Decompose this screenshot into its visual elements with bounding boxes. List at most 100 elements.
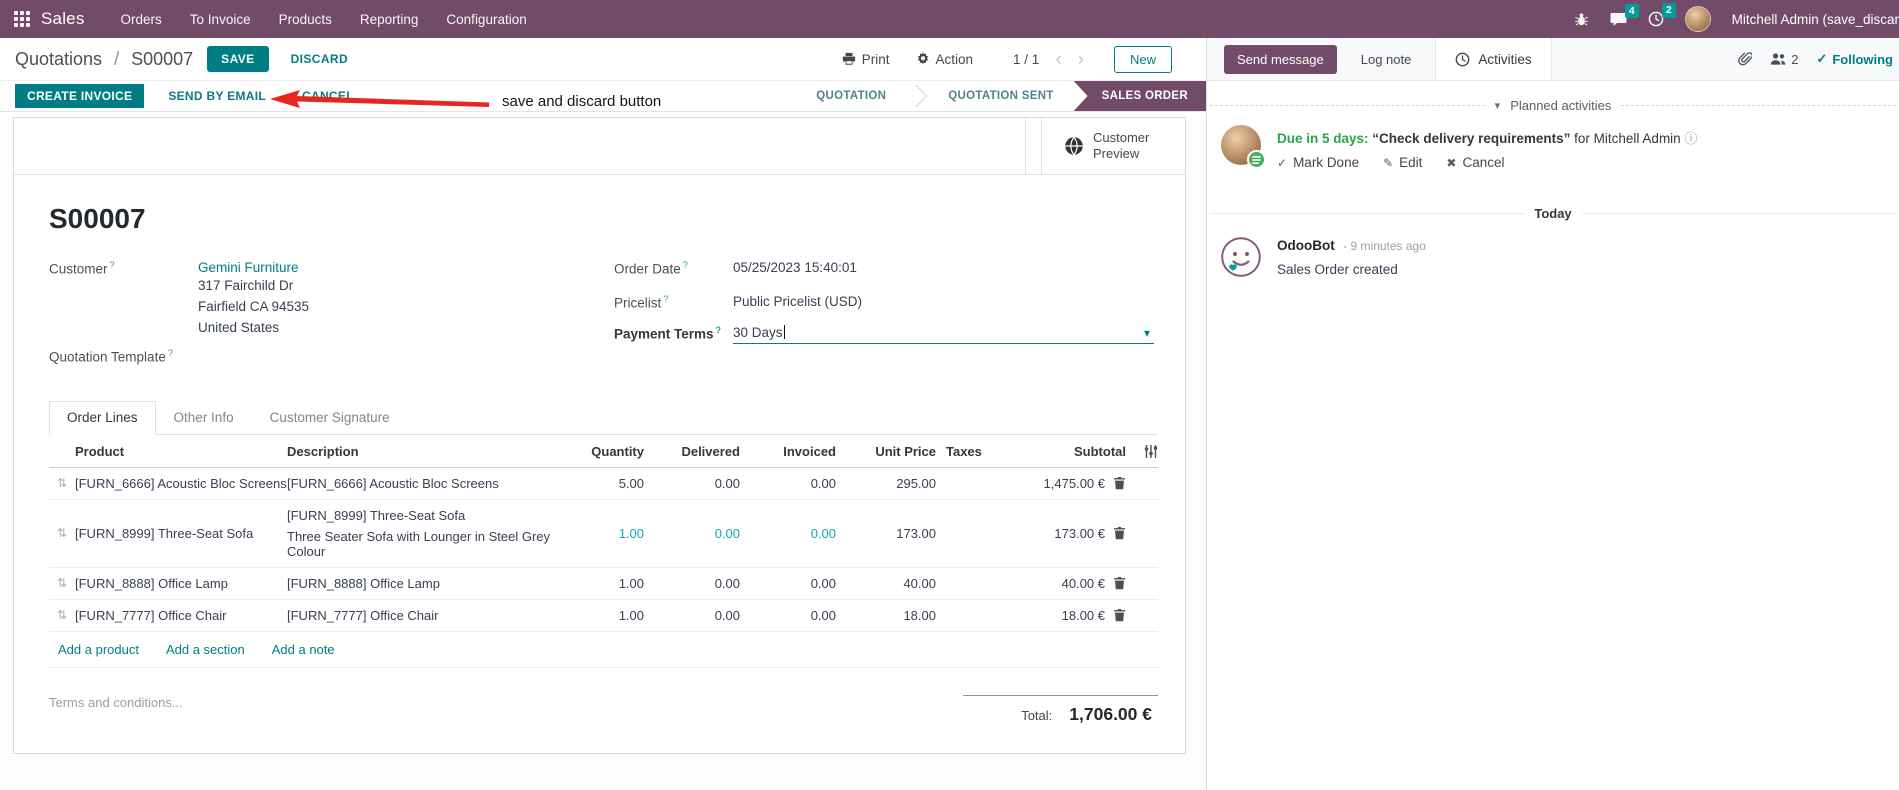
menu-to-invoice[interactable]: To Invoice: [176, 0, 265, 38]
breadcrumb-parent[interactable]: Quotations: [15, 49, 102, 69]
col-quantity[interactable]: Quantity: [556, 444, 644, 459]
stage-quotation-sent[interactable]: QUOTATION SENT: [928, 81, 1073, 111]
delete-row-icon[interactable]: [1113, 576, 1126, 590]
col-unit-price[interactable]: Unit Price: [836, 444, 936, 459]
col-taxes[interactable]: Taxes: [936, 444, 1008, 459]
create-invoice-button[interactable]: CREATE INVOICE: [15, 84, 145, 108]
menu-reporting[interactable]: Reporting: [346, 0, 433, 38]
add-a-section-link[interactable]: Add a section: [166, 642, 245, 657]
terms-placeholder[interactable]: Terms and conditions...: [49, 695, 183, 725]
send-message-button[interactable]: Send message: [1224, 44, 1337, 74]
pricelist-value[interactable]: Public Pricelist (USD): [733, 294, 862, 311]
user-avatar[interactable]: [1684, 6, 1711, 32]
payment-terms-input[interactable]: 30 Days ▾: [733, 325, 1154, 344]
activities-badge: 2: [1661, 3, 1676, 18]
cancel-activity-button[interactable]: ✖ Cancel: [1446, 155, 1504, 170]
app-name[interactable]: Sales: [41, 9, 85, 29]
add-a-note-link[interactable]: Add a note: [272, 642, 335, 657]
customer-preview-button[interactable]: Customer Preview: [1041, 118, 1185, 174]
help-marker: ?: [682, 260, 688, 270]
col-delivered[interactable]: Delivered: [644, 444, 740, 459]
col-product[interactable]: Product: [75, 444, 287, 459]
help-marker: ?: [715, 325, 722, 335]
help-marker: ?: [109, 260, 115, 270]
apps-menu-icon[interactable]: [14, 10, 31, 28]
send-by-email-button[interactable]: SEND BY EMAIL: [156, 84, 278, 108]
tab-activities[interactable]: Activities: [1435, 38, 1552, 80]
tab-other-info[interactable]: Other Info: [156, 401, 252, 434]
tab-customer-signature[interactable]: Customer Signature: [252, 401, 408, 434]
activities-clock-icon[interactable]: 2: [1648, 3, 1676, 27]
chatter-message: OdooBot - 9 minutes ago Sales Order crea…: [1207, 221, 1899, 277]
form-view: Customer Preview S00007 Customer? Gemini…: [0, 117, 1206, 790]
cancel-button[interactable]: CANCEL: [290, 84, 366, 108]
messages-icon[interactable]: 4: [1610, 3, 1639, 27]
save-button[interactable]: SAVE: [207, 46, 269, 72]
followers-button[interactable]: 2: [1770, 52, 1798, 67]
record-name[interactable]: S00007: [49, 203, 1158, 235]
customer-link[interactable]: Gemini Furniture: [198, 260, 299, 275]
clock-icon: [1455, 52, 1470, 66]
attachment-paperclip-icon[interactable]: [1738, 51, 1753, 67]
action-button[interactable]: Action: [916, 52, 973, 67]
notebook-tabs: Order Lines Other Info Customer Signatur…: [49, 400, 1158, 435]
mark-done-button[interactable]: ✓ Mark Done: [1277, 155, 1359, 170]
table-row[interactable]: ⇅ [FURN_8999] Three-Seat Sofa [FURN_8999…: [49, 500, 1158, 568]
log-note-button[interactable]: Log note: [1361, 52, 1412, 67]
activity-type-badge-icon: [1247, 150, 1266, 169]
breadcrumb-separator: /: [114, 48, 120, 69]
activity-assignee: for Mitchell Admin: [1574, 131, 1681, 146]
new-button[interactable]: New: [1113, 45, 1172, 73]
pager-prev-icon[interactable]: ‹: [1055, 50, 1061, 69]
pencil-icon: ✎: [1383, 155, 1394, 170]
tab-order-lines[interactable]: Order Lines: [49, 400, 156, 435]
globe-icon: [1065, 136, 1083, 156]
pager: 1 / 1: [1013, 51, 1040, 67]
optional-columns-icon[interactable]: [1126, 444, 1158, 458]
menu-orders[interactable]: Orders: [107, 0, 176, 38]
col-subtotal[interactable]: Subtotal: [1008, 444, 1126, 459]
planned-activities-header[interactable]: ▾ Planned activities: [1207, 98, 1899, 113]
table-row[interactable]: ⇅ [FURN_6666] Acoustic Bloc Screens [FUR…: [49, 468, 1158, 500]
print-button[interactable]: Print: [842, 52, 890, 67]
menu-products[interactable]: Products: [265, 0, 346, 38]
table-row[interactable]: ⇅ [FURN_7777] Office Chair [FURN_7777] O…: [49, 600, 1158, 632]
add-a-product-link[interactable]: Add a product: [58, 642, 139, 657]
quotation-template-label: Quotation Template?: [49, 348, 173, 365]
stage-sales-order[interactable]: SALES ORDER: [1073, 81, 1206, 111]
info-icon[interactable]: ⓘ: [1684, 131, 1697, 146]
edit-activity-button[interactable]: ✎ Edit: [1383, 155, 1422, 170]
order-date-value[interactable]: 05/25/2023 15:40:01: [733, 260, 857, 277]
stage-quotation[interactable]: QUOTATION: [796, 81, 906, 111]
planned-activity-item: Due in 5 days: “Check delivery requireme…: [1207, 113, 1899, 170]
odoobot-avatar[interactable]: [1221, 237, 1261, 277]
message-author[interactable]: OdooBot: [1277, 238, 1335, 253]
chevron-down-icon[interactable]: ▾: [1144, 326, 1150, 340]
delete-row-icon[interactable]: [1113, 476, 1126, 490]
user-name[interactable]: Mitchell Admin (save_discar: [1732, 12, 1899, 27]
delete-row-icon[interactable]: [1113, 608, 1126, 622]
pager-next-icon[interactable]: ›: [1078, 50, 1084, 69]
debug-bug-icon[interactable]: [1574, 12, 1589, 27]
drag-handle-icon[interactable]: ⇅: [49, 526, 75, 540]
col-description[interactable]: Description: [287, 444, 556, 459]
help-marker: ?: [663, 293, 669, 304]
table-row[interactable]: ⇅ [FURN_8888] Office Lamp [FURN_8888] Of…: [49, 568, 1158, 600]
message-body: Sales Order created: [1277, 262, 1398, 277]
menu-configuration[interactable]: Configuration: [432, 0, 540, 38]
pricelist-label: Pricelist?: [614, 293, 669, 311]
top-navbar: Sales Orders To Invoice Products Reporti…: [0, 0, 1899, 38]
field-group: Customer? Gemini Furniture 317 Fairchild…: [49, 260, 1158, 375]
drag-handle-icon[interactable]: ⇅: [49, 476, 75, 490]
chatter-panel: Send message Log note Activities 2 ✓ Fol…: [1206, 38, 1899, 790]
nav-right-cluster: 4 2 Mitchell Admin (save_discar: [1574, 0, 1899, 38]
drag-handle-icon[interactable]: ⇅: [49, 608, 75, 622]
col-invoiced[interactable]: Invoiced: [740, 444, 836, 459]
discard-button[interactable]: DISCARD: [283, 46, 356, 72]
drag-handle-icon[interactable]: ⇅: [49, 576, 75, 590]
delete-row-icon[interactable]: [1113, 526, 1126, 540]
following-button[interactable]: ✓ Following: [1816, 51, 1893, 67]
button-box: Customer Preview: [14, 118, 1185, 175]
total-label: Total:: [1021, 707, 1053, 723]
today-separator: Today: [1207, 206, 1899, 221]
